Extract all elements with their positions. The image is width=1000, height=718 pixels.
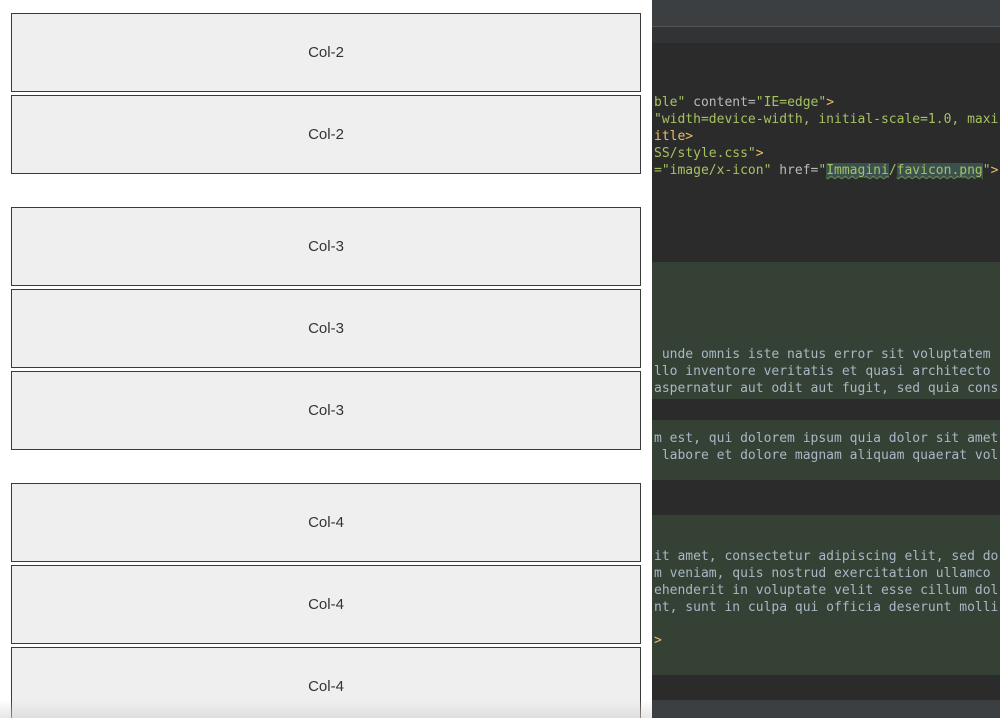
- preview-pane: Col-2 Col-2 Col-3 Col-3 Col-3 Col-4 Col-…: [0, 0, 652, 718]
- code-line[interactable]: nt, sunt in culpa qui officia deserunt m…: [654, 599, 998, 616]
- code-line[interactable]: unde omnis iste natus error sit voluptat…: [654, 346, 991, 363]
- code-token: "width=device-width, initial-scale=1.0, …: [654, 112, 999, 127]
- code-line[interactable]: m est, qui dolorem ipsum quia dolor sit …: [654, 430, 998, 447]
- code-line[interactable]: it amet, consectetur adipiscing elit, se…: [654, 548, 998, 565]
- code-line[interactable]: m veniam, quis nostrud exercitation ulla…: [654, 565, 991, 582]
- code-editor[interactable]: ble" content="IE=edge"> "width=device-wi…: [652, 0, 1000, 718]
- code-token: ble": [654, 95, 686, 110]
- code-line[interactable]: >: [654, 632, 662, 649]
- code-token: /: [888, 163, 897, 178]
- code-token: content=: [685, 95, 756, 110]
- code-token: favicon.png: [896, 163, 983, 178]
- grid-cell-col-4: Col-4: [11, 647, 641, 718]
- code-line[interactable]: ="image/x-icon" href= " Immagini/favicon.p…: [654, 162, 998, 179]
- code-token: "IE=edge": [755, 95, 827, 110]
- code-token: href=: [771, 163, 819, 178]
- code-line[interactable]: "width=device-width, initial-scale=1.0, …: [654, 111, 998, 128]
- code-line[interactable]: labore et dolore magnam aliquam quaerat …: [654, 447, 999, 464]
- code-token: >: [755, 146, 764, 161]
- code-token: itle>: [654, 129, 694, 144]
- code-token: Immagini: [826, 163, 889, 178]
- editor-tab-bar: [652, 27, 1000, 43]
- grid-cell-col-3: Col-3: [11, 371, 641, 450]
- grid-cell-col-2: Col-2: [11, 95, 641, 174]
- code-token: ": [982, 163, 991, 178]
- code-token: ="image/x-icon": [654, 163, 772, 178]
- code-token: >: [826, 95, 835, 110]
- code-line[interactable]: ble" content="IE=edge">: [654, 94, 834, 111]
- grid-cell-col-4: Col-4: [11, 483, 641, 562]
- grid-cell-col-2: Col-2: [11, 13, 641, 92]
- editor-status-bar: [652, 700, 1000, 718]
- code-line[interactable]: itle>: [654, 128, 693, 145]
- code-token: >: [990, 163, 999, 178]
- code-line[interactable]: aspernatur aut odit aut fugit, sed quia …: [654, 380, 998, 397]
- grid-cell-col-3: Col-3: [11, 207, 641, 286]
- code-line[interactable]: SS/style.css">: [654, 145, 764, 162]
- grid-cell-col-3: Col-3: [11, 289, 641, 368]
- code-line[interactable]: llo inventore veritatis et quasi archite…: [654, 363, 991, 380]
- grid-cell-col-4: Col-4: [11, 565, 641, 644]
- code-line[interactable]: ehenderit in voluptate velit esse cillum…: [654, 582, 998, 599]
- code-token: SS/style.css": [654, 146, 756, 161]
- code-token: >: [654, 633, 662, 648]
- editor-toolbar: [652, 0, 1000, 27]
